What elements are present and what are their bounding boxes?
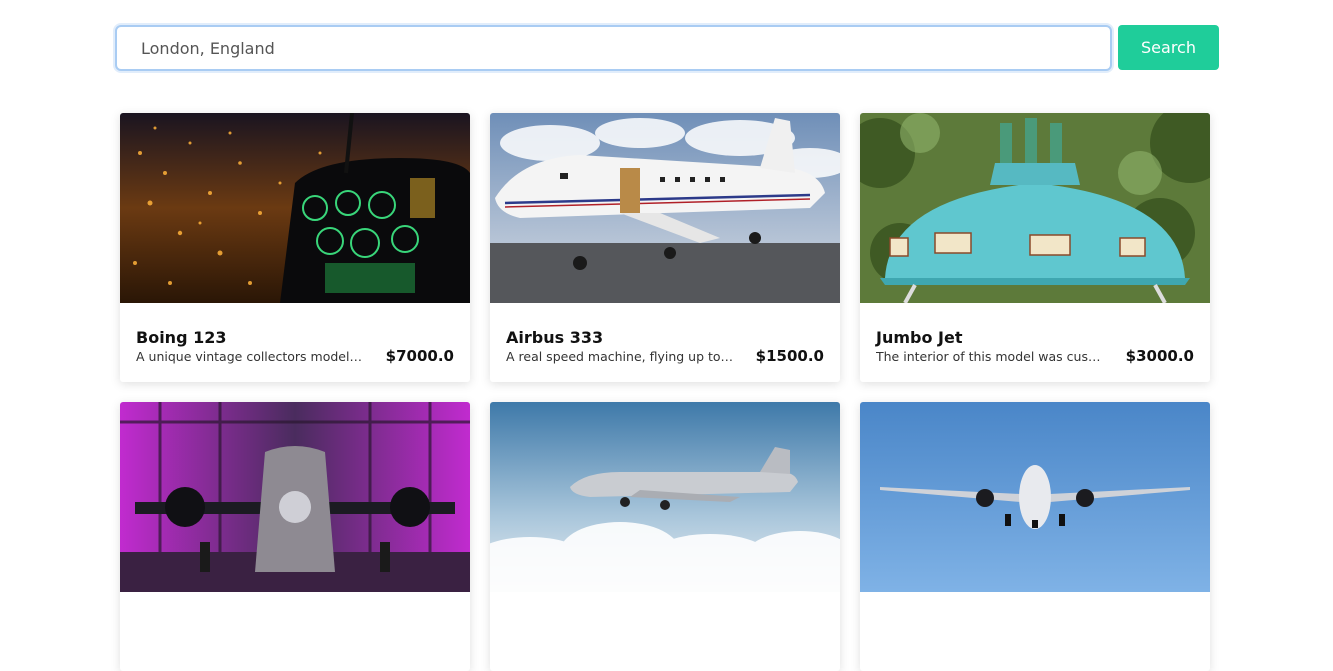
listing-description: A real speed machine, flying up to ...	[506, 349, 734, 364]
listing-body	[860, 592, 1210, 618]
private-jet-image	[490, 113, 840, 303]
listing-card[interactable]	[490, 402, 840, 671]
listing-description: The interior of this model was cust...	[876, 349, 1104, 364]
listing-price: $7000.0	[385, 347, 454, 365]
listing-image[interactable]	[860, 113, 1210, 303]
listing-grid: Boing 123 A unique vintage collectors mo…	[120, 113, 1210, 671]
listing-image[interactable]	[120, 402, 470, 592]
listing-card[interactable]: Airbus 333 A real speed machine, flying …	[490, 113, 840, 382]
listing-image[interactable]	[490, 402, 840, 592]
listing-body	[490, 592, 840, 618]
helicopter-cockpit-image	[120, 113, 470, 303]
listing-price: $3000.0	[1125, 347, 1194, 365]
listing-body: Airbus 333 A real speed machine, flying …	[490, 303, 840, 365]
listing-card[interactable]	[860, 402, 1210, 671]
jet-airliner-image	[860, 402, 1210, 592]
propeller-plane-hangar-image	[120, 402, 470, 592]
listing-card[interactable]: Boing 123 A unique vintage collectors mo…	[120, 113, 470, 382]
listing-image[interactable]	[490, 113, 840, 303]
listing-card[interactable]	[120, 402, 470, 671]
listing-image[interactable]	[860, 402, 1210, 592]
listing-body: Boing 123 A unique vintage collectors mo…	[120, 303, 470, 365]
listing-image[interactable]	[120, 113, 470, 303]
listing-description: A unique vintage collectors model t...	[136, 349, 364, 364]
listing-title: Airbus 333	[506, 328, 604, 347]
listing-title: Jumbo Jet	[876, 328, 963, 347]
listing-body	[120, 592, 470, 618]
listing-price: $1500.0	[755, 347, 824, 365]
search-input[interactable]	[115, 25, 1112, 71]
listing-body: Jumbo Jet The interior of this model was…	[860, 303, 1210, 365]
vintage-plane-clouds-image	[490, 402, 840, 592]
listing-card[interactable]: Jumbo Jet The interior of this model was…	[860, 113, 1210, 382]
ufo-house-image	[860, 113, 1210, 303]
listing-title: Boing 123	[136, 328, 227, 347]
search-button[interactable]: Search	[1118, 25, 1219, 70]
search-bar: Search	[115, 25, 1220, 71]
